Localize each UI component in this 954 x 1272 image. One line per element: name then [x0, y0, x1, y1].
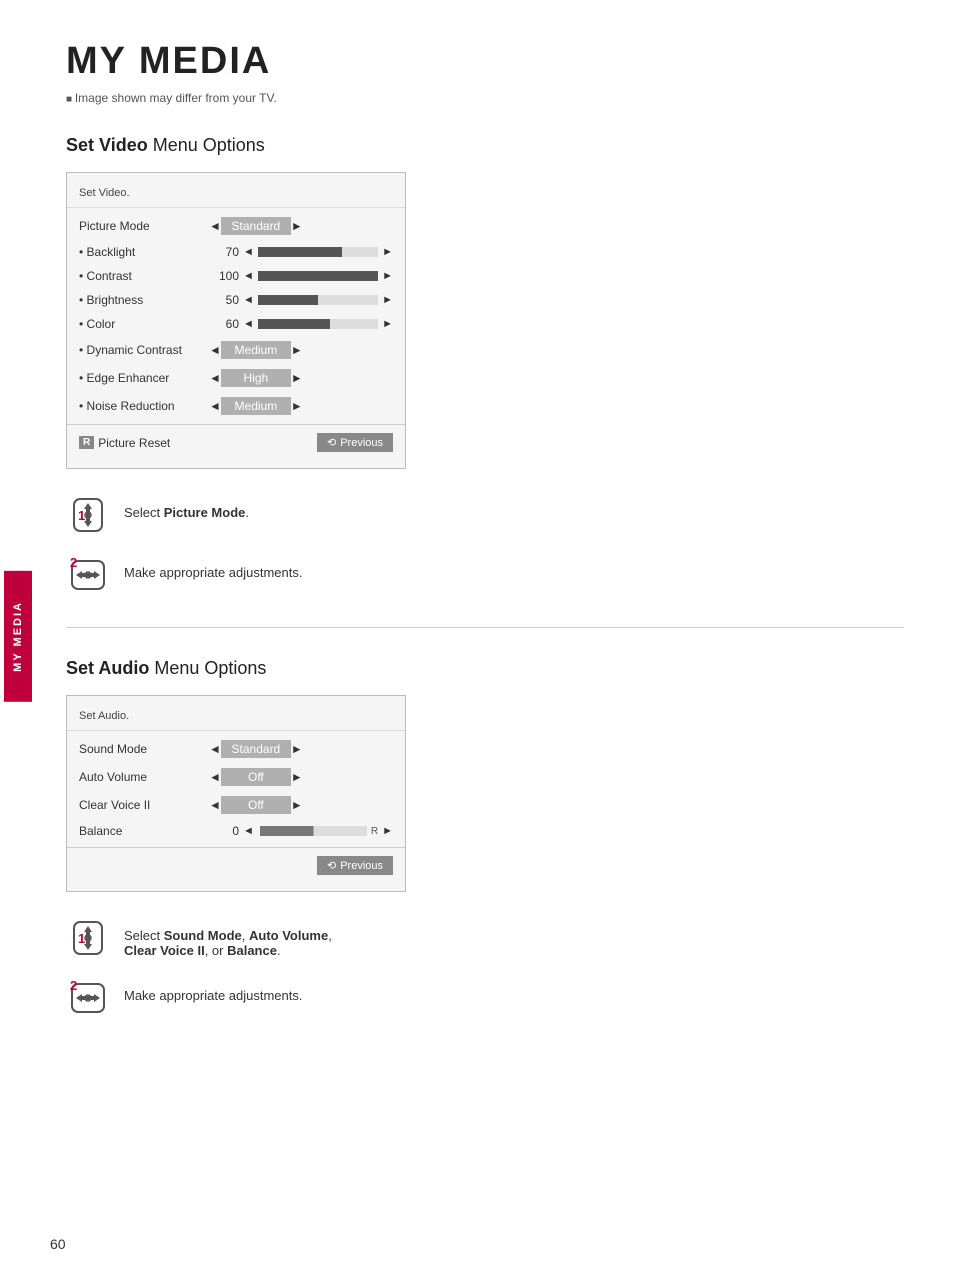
audio-left-right-remote-icon: 2	[66, 976, 110, 1020]
audio-up-down-remote-icon: 1	[66, 916, 110, 960]
main-content: MY MEDIA Image shown may differ from you…	[36, 0, 954, 1090]
section-divider-1	[66, 627, 904, 628]
picture-reset-label: R Picture Reset	[79, 436, 317, 450]
color-row: • Color 60 ◄ ►	[67, 312, 405, 336]
set-audio-heading: Set Audio Menu Options	[66, 658, 904, 679]
set-audio-box-title: Set Audio.	[67, 704, 405, 731]
picture-mode-arrow-left[interactable]: ◄	[209, 219, 221, 233]
video-step-2-text: Make appropriate adjustments.	[124, 553, 302, 580]
page-number: 60	[50, 1236, 66, 1252]
brightness-bar	[258, 295, 378, 305]
set-video-menu-box: Set Video. Picture Mode ◄ Standard ► • B…	[66, 172, 406, 469]
picture-mode-label: Picture Mode	[79, 219, 209, 233]
audio-step-2: 2 Make appropriate adjustments.	[66, 976, 904, 1020]
sound-mode-row: Sound Mode ◄ Standard ►	[67, 735, 405, 763]
clear-voice-row: Clear Voice II ◄ Off ►	[67, 791, 405, 819]
contrast-bar	[258, 271, 378, 281]
video-footer-row: R Picture Reset ⟲ Previous	[67, 424, 405, 460]
edge-enhancer-value: High	[221, 369, 291, 387]
backlight-bar	[258, 247, 378, 257]
noise-reduction-row: • Noise Reduction ◄ Medium ►	[67, 392, 405, 420]
sound-mode-value: Standard	[221, 740, 291, 758]
audio-step-1: 1 Select Sound Mode, Auto Volume, Clear …	[66, 916, 904, 960]
svg-text:1: 1	[78, 931, 85, 946]
set-video-heading: Set Video Menu Options	[66, 135, 904, 156]
audio-steps: 1 Select Sound Mode, Auto Volume, Clear …	[66, 916, 904, 1020]
auto-volume-value: Off	[221, 768, 291, 786]
balance-row: Balance 0 ◄ R ►	[67, 819, 405, 843]
edge-enhancer-row: • Edge Enhancer ◄ High ►	[67, 364, 405, 392]
clear-voice-value: Off	[221, 796, 291, 814]
color-bar	[258, 319, 378, 329]
video-step-1: 1 Select Picture Mode.	[66, 493, 904, 537]
dynamic-contrast-value: Medium	[221, 341, 291, 359]
balance-bar	[260, 826, 367, 836]
picture-mode-row: Picture Mode ◄ Standard ►	[67, 212, 405, 240]
page-title: MY MEDIA	[66, 40, 904, 83]
svg-text:2: 2	[70, 555, 77, 570]
left-right-remote-icon: 2	[66, 553, 110, 597]
picture-mode-value: Standard	[221, 217, 291, 235]
contrast-row: • Contrast 100 ◄ ►	[67, 264, 405, 288]
svg-text:2: 2	[70, 978, 77, 993]
up-down-remote-icon: 1	[66, 493, 110, 537]
picture-mode-arrow-right[interactable]: ►	[291, 219, 303, 233]
dynamic-contrast-row: • Dynamic Contrast ◄ Medium ►	[67, 336, 405, 364]
svg-text:1: 1	[78, 508, 85, 523]
video-steps: 1 Select Picture Mode. 2 Make appropriat…	[66, 493, 904, 597]
video-previous-button[interactable]: ⟲ Previous	[317, 433, 393, 452]
subtitle: Image shown may differ from your TV.	[66, 91, 904, 105]
audio-previous-button[interactable]: ⟲ Previous	[317, 856, 393, 875]
audio-step-2-text: Make appropriate adjustments.	[124, 976, 302, 1003]
set-video-box-title: Set Video.	[67, 181, 405, 208]
noise-reduction-value: Medium	[221, 397, 291, 415]
brightness-row: • Brightness 50 ◄ ►	[67, 288, 405, 312]
backlight-row: • Backlight 70 ◄ ►	[67, 240, 405, 264]
sidebar: MY MEDIA	[0, 0, 36, 1272]
audio-step-1-text: Select Sound Mode, Auto Volume, Clear Vo…	[124, 916, 332, 958]
audio-footer-row: ⟲ Previous	[67, 847, 405, 883]
video-step-1-text: Select Picture Mode.	[124, 493, 249, 520]
auto-volume-row: Auto Volume ◄ Off ►	[67, 763, 405, 791]
sidebar-label: MY MEDIA	[4, 571, 32, 702]
set-audio-menu-box: Set Audio. Sound Mode ◄ Standard ► Auto …	[66, 695, 406, 892]
video-step-2: 2 Make appropriate adjustments.	[66, 553, 904, 597]
